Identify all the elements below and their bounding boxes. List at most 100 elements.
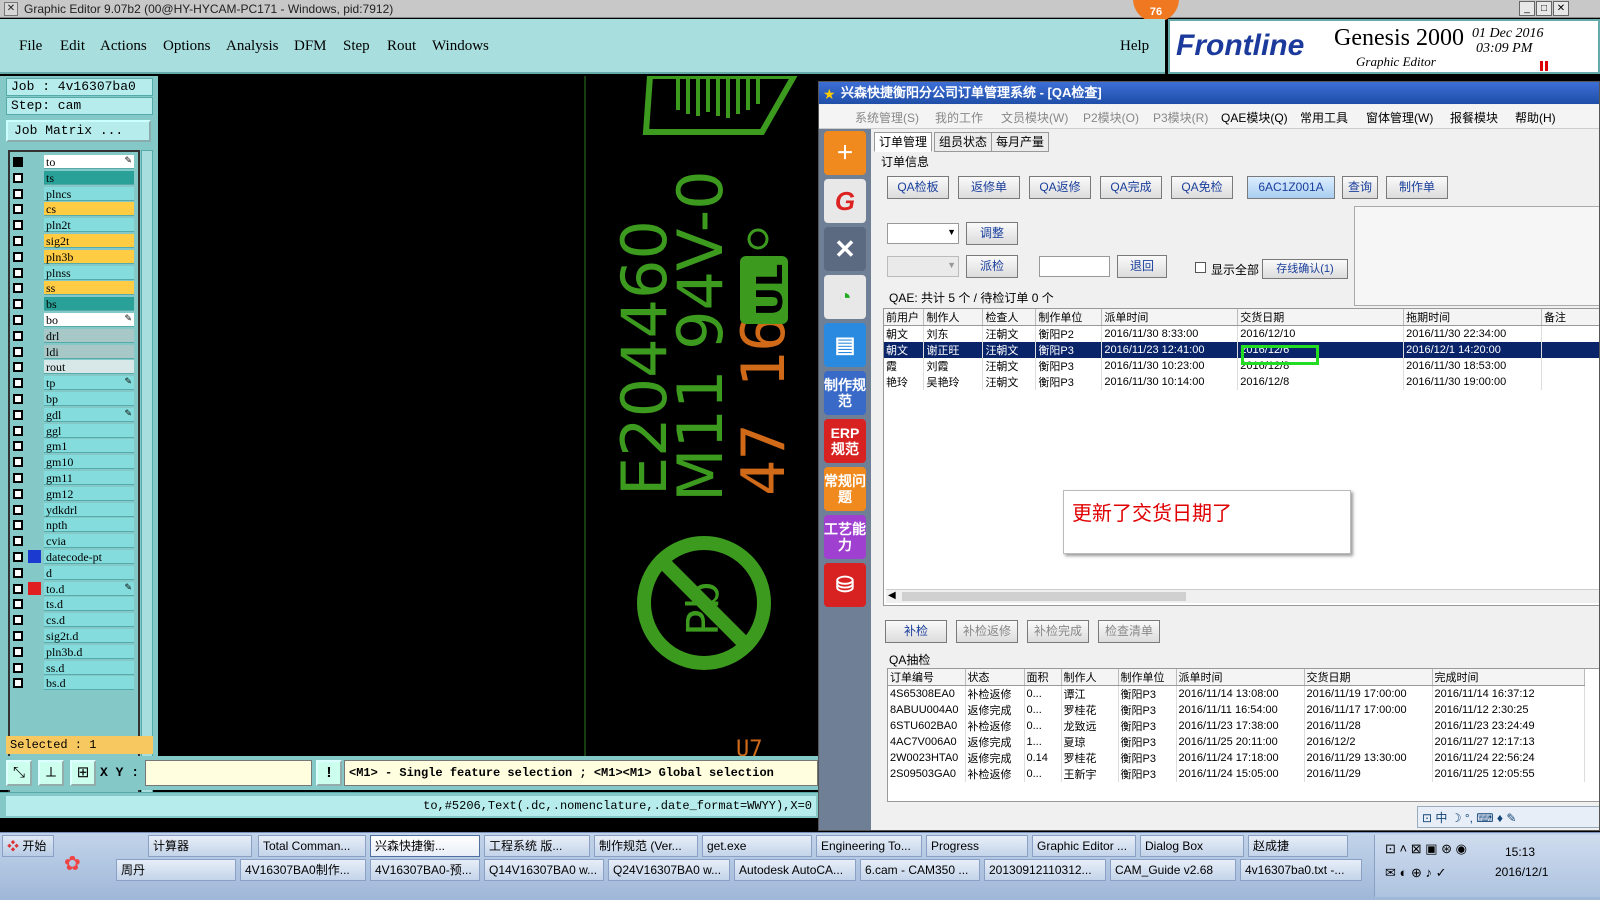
layer-name[interactable]: gdl	[44, 407, 134, 422]
taskbar-button[interactable]: CAM_Guide v2.68	[1110, 859, 1236, 881]
layer-row[interactable]: npth	[10, 518, 138, 533]
layer-checkbox[interactable]	[13, 473, 23, 483]
menu-step[interactable]: Step	[343, 38, 370, 55]
layer-checkbox[interactable]	[13, 678, 23, 689]
layer-name[interactable]: to	[44, 155, 134, 169]
dropdown-1[interactable]: ▼	[887, 223, 959, 244]
layer-checkbox[interactable]	[13, 520, 23, 531]
minimize-button[interactable]: _	[1519, 1, 1535, 16]
layer-row[interactable]: gdl ✎	[10, 407, 138, 422]
layer-name[interactable]: sig2t	[44, 234, 134, 248]
menu-edit[interactable]: Edit	[60, 38, 85, 55]
qa-sampling-table[interactable]: 订单编号 状态 面积 制作人 制作单位 派单时间 交货日期 完成时间 4S65308EA0 补检返…	[887, 668, 1599, 802]
menu-actions[interactable]: Actions	[100, 38, 147, 55]
layer-checkbox[interactable]	[13, 567, 23, 578]
taskbar-button[interactable]: 工程系统 版...	[484, 835, 590, 857]
sidebar-spec-button[interactable]: 制作规范	[824, 371, 866, 415]
quicklaunch-flag-icon[interactable]: ✿	[64, 851, 81, 876]
layer-name[interactable]: gm12	[44, 486, 134, 501]
layer-checkbox[interactable]	[13, 662, 23, 673]
layer-checkbox[interactable]	[13, 615, 23, 626]
layer-checkbox[interactable]	[13, 315, 23, 325]
layer-row[interactable]: bo ✎	[10, 313, 138, 327]
layer-row[interactable]: pln3b	[10, 249, 138, 264]
sidebar-capability-button[interactable]: 工艺能力	[824, 515, 866, 559]
qa-rework-button[interactable]: QA返修	[1029, 176, 1091, 199]
qa-complete-button[interactable]: QA完成	[1100, 176, 1162, 199]
query-button[interactable]: 查询	[1342, 176, 1378, 199]
qa-menu-item[interactable]: 窗体管理(W)	[1366, 109, 1433, 126]
layer-row[interactable]: cs.d	[10, 613, 138, 628]
layer-row[interactable]: ggl	[10, 423, 138, 438]
menu-dfm[interactable]: DFM	[294, 38, 327, 55]
layer-row[interactable]: plnss	[10, 265, 138, 280]
layer-checkbox[interactable]	[13, 394, 23, 404]
sidebar-quick-tools-icon[interactable]: ＋	[824, 131, 866, 175]
layer-row[interactable]: cs	[10, 202, 138, 217]
qa-menu-item[interactable]: 系统管理(S)	[855, 109, 919, 126]
layer-checkbox[interactable]	[13, 330, 23, 341]
table-row[interactable]: 4S65308EA0 补检返修 0... 谭江 衡阳P3 2016/11/14 13:08…	[888, 685, 1585, 702]
taskbar-button[interactable]: 制作规范 (Ver...	[594, 835, 698, 857]
checklist-button[interactable]: 检查清单	[1098, 620, 1160, 643]
layer-checkbox[interactable]	[13, 157, 23, 167]
layer-row[interactable]: pln2t	[10, 218, 138, 233]
layer-checkbox[interactable]	[13, 504, 23, 515]
rework-order-button[interactable]: 返修单	[958, 176, 1020, 199]
sidebar-tools-icon[interactable]: ✕	[824, 227, 866, 271]
taskbar-button[interactable]: 周丹	[116, 859, 236, 881]
layer-name[interactable]: ss.d	[44, 660, 134, 675]
layer-name[interactable]: gm10	[44, 455, 134, 470]
column-header[interactable]: 完成时间	[1432, 669, 1585, 686]
layer-row[interactable]: gm11	[10, 471, 138, 485]
column-header[interactable]: 交货日期	[1304, 669, 1433, 686]
taskbar-button[interactable]: Engineering To...	[816, 835, 922, 857]
qa-menu-item[interactable]: QAE模块(Q)	[1221, 109, 1288, 126]
qa-inspect-board-button[interactable]: QA检板	[887, 176, 949, 199]
layer-checkbox[interactable]	[13, 204, 23, 215]
layer-checkbox[interactable]	[13, 583, 23, 594]
taskbar-button[interactable]: 4V16307BA0制作...	[240, 859, 366, 881]
column-header[interactable]: 制作人	[923, 309, 984, 326]
recheck-rework-button[interactable]: 补检返修	[956, 620, 1018, 643]
layer-row[interactable]: drl	[10, 328, 138, 343]
maximize-button[interactable]: □	[1536, 1, 1552, 16]
return-reason-input[interactable]	[1039, 256, 1110, 277]
layer-checkbox[interactable]	[13, 631, 23, 641]
ime-toolbar[interactable]: ⊡ 中 ☽ °, ⌨ ♦ ✎	[1417, 806, 1599, 828]
layer-checkbox[interactable]	[13, 425, 23, 436]
dispatch-button[interactable]: 派检	[966, 255, 1018, 278]
tab-order-management[interactable]: 订单管理	[874, 132, 933, 152]
alert-icon[interactable]: !	[316, 760, 342, 786]
taskbar-button[interactable]: Dialog Box	[1140, 835, 1244, 857]
recheck-complete-button[interactable]: 补检完成	[1027, 620, 1089, 643]
layer-name[interactable]: ydkdrl	[44, 502, 134, 517]
layer-name[interactable]: cs.d	[44, 613, 134, 628]
clock-date[interactable]: 2016/12/1	[1495, 865, 1548, 879]
taskbar-button[interactable]: Progress	[926, 835, 1028, 857]
start-button[interactable]: ❖ 开始	[2, 835, 54, 857]
layer-checkbox[interactable]	[13, 267, 23, 278]
taskbar-button[interactable]: Graphic Editor ...	[1032, 835, 1136, 857]
layer-name[interactable]: bs	[44, 297, 134, 312]
layer-checkbox[interactable]	[13, 172, 23, 183]
scroll-thumb[interactable]	[902, 592, 1186, 601]
sidebar-chart-icon[interactable]: ◔	[824, 275, 866, 319]
column-header[interactable]: 派单时间	[1101, 309, 1239, 326]
menu-rout[interactable]: Rout	[387, 38, 416, 55]
zoom-tool-icon[interactable]: ⤡	[6, 760, 32, 786]
sidebar-g-logo-icon[interactable]: G	[824, 179, 866, 223]
layer-name[interactable]: cs	[44, 202, 134, 217]
job-matrix-button[interactable]: Job Matrix ...	[6, 120, 151, 142]
layer-row[interactable]: sig2t	[10, 234, 138, 248]
layer-name[interactable]: pln3b.d	[44, 644, 134, 659]
graphic-canvas[interactable]: E204460 M11 94V-0 47 16 UL Pb U7	[158, 76, 818, 756]
layer-name[interactable]: ggl	[44, 423, 134, 438]
menu-analysis[interactable]: Analysis	[226, 38, 279, 55]
table-row[interactable]: 4AC7V006A0 返修完成 1... 夏琼 衡阳P3 2016/11/25 20:11…	[888, 734, 1585, 750]
table-row[interactable]: 2S09503GA0 补检返修 0... 王新宇 衡阳P3 2016/11/24 15:0…	[888, 766, 1585, 782]
layer-name[interactable]: plncs	[44, 186, 134, 201]
menu-windows[interactable]: Windows	[432, 38, 489, 55]
table-row[interactable]: 2W0023HTA0 返修完成 0.14 罗桂花 衡阳P3 2016/11/24 17:1…	[888, 750, 1585, 766]
tray-icons-row2[interactable]: ✉ ◐ ⊕ ♪ ✓	[1385, 865, 1446, 881]
